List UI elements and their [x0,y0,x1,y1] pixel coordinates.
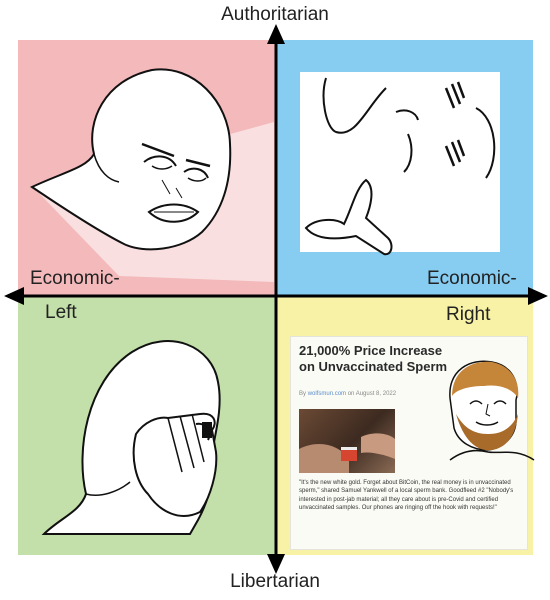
axis-label-libertarian: Libertarian [230,571,320,592]
axis-label-economic-right-line2: Right [446,304,491,325]
axis-label-economic-right-line1: Economic- [427,268,517,289]
axis-label-authoritarian: Authoritarian [221,4,329,25]
axis-label-economic-left-line1: Economic- [30,268,120,289]
axis-label-economic-left-line2: Left [45,302,77,323]
political-compass-axes [4,24,548,574]
